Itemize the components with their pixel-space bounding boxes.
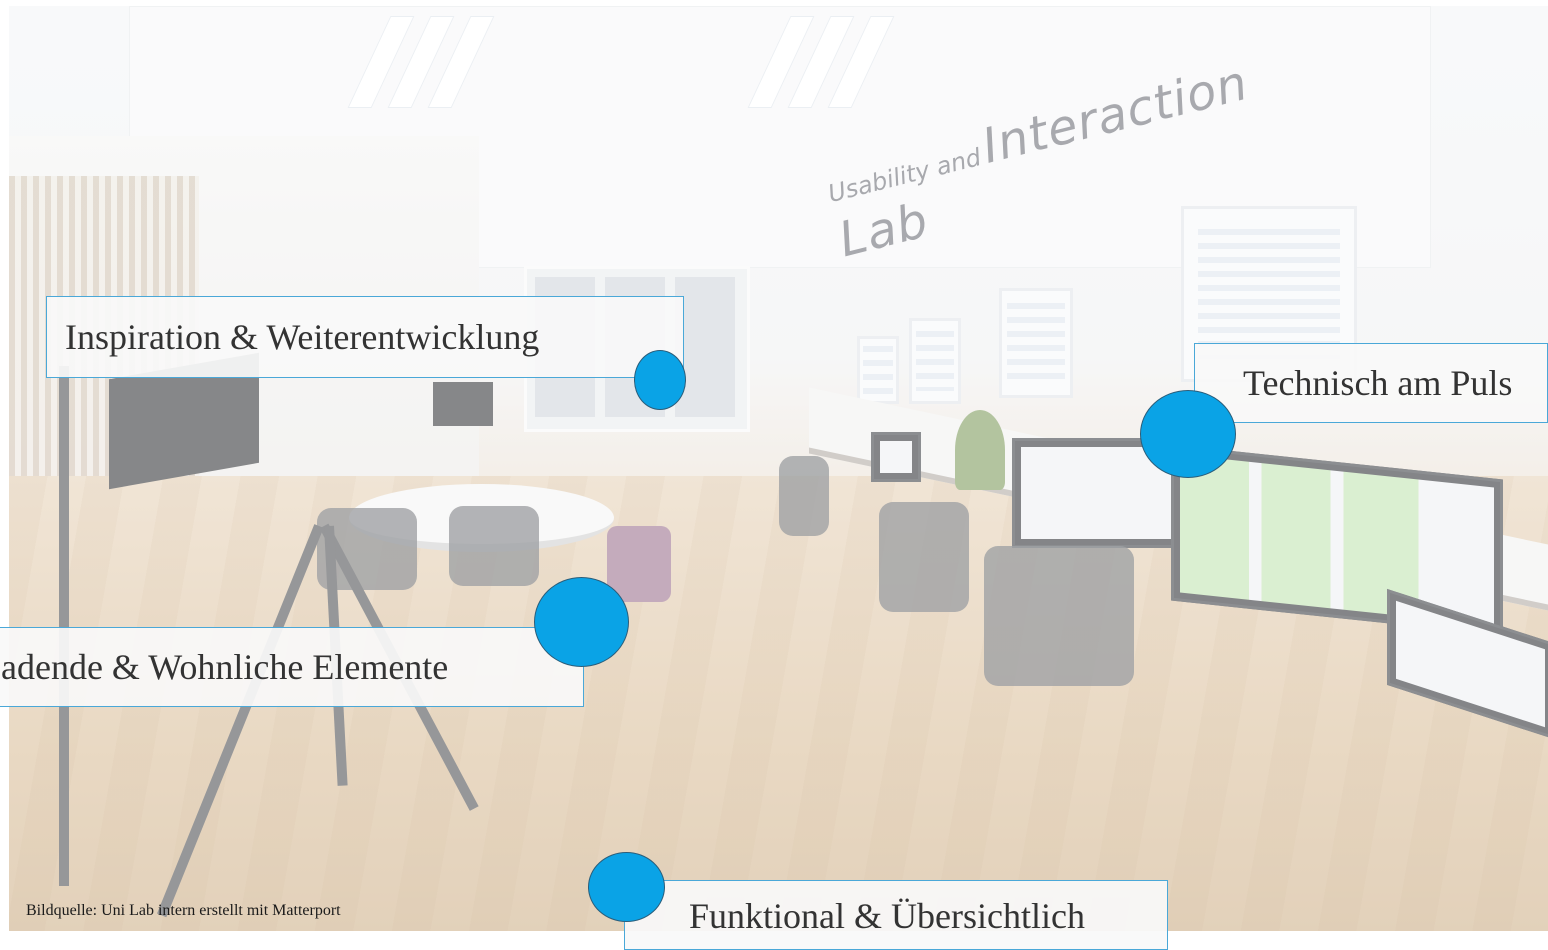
callout-inspiration-label: Inspiration & Weiterentwicklung — [65, 317, 540, 357]
callout-technisch[interactable]: Technisch am Puls — [1194, 343, 1548, 423]
image-credit: Bildquelle: Uni Lab intern erstellt mit … — [26, 902, 341, 919]
lab-panorama-image: Usability and Interaction Lab — [9, 6, 1548, 931]
hotspot-funktional[interactable] — [588, 852, 665, 922]
callout-einladend-label: adende & Wohnliche Elemente — [1, 647, 449, 687]
callout-technisch-label: Technisch am Puls — [1243, 363, 1513, 403]
callout-funktional[interactable]: Funktional & Übersichtlich — [624, 880, 1168, 950]
callout-einladend[interactable]: adende & Wohnliche Elemente — [0, 627, 584, 707]
hotspot-technisch[interactable] — [1140, 390, 1236, 478]
hotspot-einladend[interactable] — [534, 577, 629, 667]
hotspot-inspiration[interactable] — [634, 350, 686, 410]
image-overlay — [9, 6, 1548, 931]
callout-inspiration[interactable]: Inspiration & Weiterentwicklung — [46, 296, 684, 378]
